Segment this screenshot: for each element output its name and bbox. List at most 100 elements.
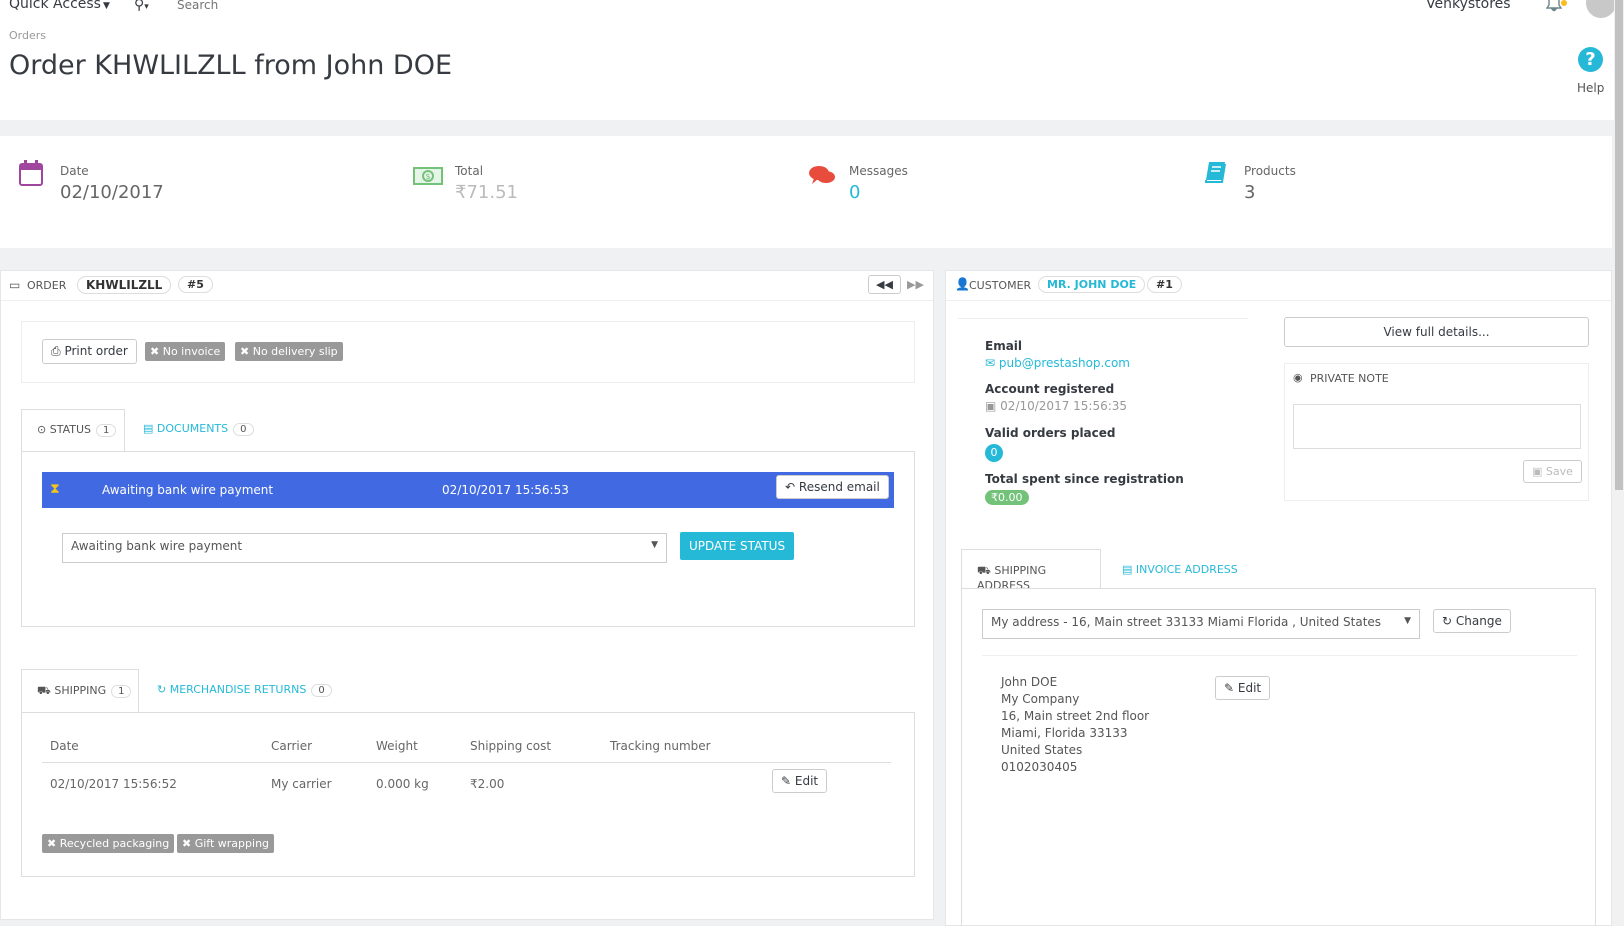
change-address-button[interactable]: ↻ Change [1433, 609, 1511, 633]
tab-documents[interactable]: ▤ DOCUMENTS 0 [143, 422, 254, 436]
quick-access-menu[interactable]: Quick Access ▼ [9, 0, 110, 12]
table-row: 02/10/2017 15:56:52 My carrier 0.000 kg … [42, 763, 891, 803]
tab-merchandise-returns-count: 0 [311, 684, 332, 697]
notifications-bell-icon[interactable] [1545, 0, 1563, 16]
gift-wrapping-label: ✖ Gift wrapping [177, 834, 275, 853]
kpi-total-value: ₹71.51 [455, 182, 518, 203]
kpi-total-label: Total [455, 164, 484, 178]
help-label[interactable]: Help [1577, 81, 1604, 95]
edit-shipping-button[interactable]: ✎ Edit [772, 769, 828, 793]
print-order-button[interactable]: ⎙ Print order [42, 339, 137, 364]
view-full-details-button[interactable]: View full details... [1284, 317, 1589, 347]
tab-merchandise-returns-label: MERCHANDISE RETURNS [169, 683, 307, 696]
address-line: 16, Main street 2nd floor [1001, 709, 1150, 723]
notification-dot [1561, 0, 1567, 6]
customer-panel-header: 👤 CUSTOMER MR. JOHN DOE #1 [946, 271, 1611, 301]
resend-email-button[interactable]: ↶ Resend email [776, 475, 889, 499]
tab-invoice-address-label: INVOICE ADDRESS [1135, 563, 1238, 576]
shipping-col-carrier: Carrier [271, 739, 313, 753]
order-actions-well: ⎙ Print order ✖ No invoice ✖ No delivery… [21, 321, 915, 383]
shipping-tab-content: Date Carrier Weight Shipping cost Tracki… [21, 712, 915, 877]
tab-invoice-address[interactable]: ▤ INVOICE ADDRESS [1122, 563, 1238, 576]
private-note-heading: PRIVATE NOTE [1310, 372, 1389, 385]
address-line: My Company [1001, 692, 1080, 706]
money-icon: $ [413, 166, 443, 189]
tab-documents-label: DOCUMENTS [156, 422, 229, 435]
next-order-button[interactable]: ▶▶ [907, 278, 924, 291]
status-tab-content: ⧗ Awaiting bank wire payment 02/10/2017 … [21, 451, 915, 627]
current-status-row: ⧗ Awaiting bank wire payment 02/10/2017 … [42, 472, 894, 508]
customer-name-link[interactable]: MR. JOHN DOE [1038, 276, 1146, 293]
employee-avatar[interactable] [1586, 0, 1616, 18]
total-spent-badge: ₹0.00 [985, 490, 1029, 505]
search-icon[interactable]: ⚲▾ [134, 0, 149, 13]
tab-status[interactable]: ⊙ STATUS 1 [21, 409, 125, 452]
recycled-packaging-text: Recycled packaging [59, 837, 170, 850]
tab-merchandise-returns[interactable]: ↻ MERCHANDISE RETURNS 0 [157, 683, 332, 697]
order-panel: ▭ ORDER KHWLILZLL #5 ◀◀ ▶▶ ⎙ Print order… [0, 270, 934, 920]
kpi-products-label: Products [1244, 164, 1296, 178]
shipping-row-date: 02/10/2017 15:56:52 [50, 777, 177, 791]
shop-name-link[interactable]: Venkystores [1426, 0, 1511, 12]
scrollbar[interactable] [1614, 0, 1624, 926]
divider [958, 318, 1248, 319]
tab-shipping[interactable]: ⛟ SHIPPING 1 [21, 669, 139, 713]
search-input[interactable] [177, 0, 377, 12]
calendar-icon [19, 160, 43, 189]
address-select[interactable]: My address - 16, Main street 33133 Miami… [982, 609, 1420, 639]
save-note-button[interactable]: ▣ Save [1523, 460, 1582, 483]
close-icon: ✖ [240, 345, 250, 358]
email-label: Email [985, 339, 1023, 353]
customer-email-text: pub@prestashop.com [998, 356, 1130, 370]
breadcrumb[interactable]: Orders [9, 29, 46, 42]
scrollbar-thumb[interactable] [1615, 0, 1623, 490]
tab-documents-count: 0 [233, 423, 254, 436]
shipping-row-carrier: My carrier [271, 777, 332, 791]
address-line: United States [1001, 743, 1083, 757]
customer-id-badge: #1 [1147, 276, 1182, 293]
customer-panel: 👤 CUSTOMER MR. JOHN DOE #1 Email ✉ pub@p… [945, 270, 1612, 926]
shipping-col-cost: Shipping cost [470, 739, 552, 753]
customer-email-link[interactable]: ✉ pub@prestashop.com [985, 356, 1130, 370]
calendar-icon: ▣ [985, 399, 997, 413]
previous-order-button[interactable]: ◀◀ [868, 275, 901, 294]
address-line: Miami, Florida 33133 [1001, 726, 1128, 740]
shipping-row-cost: ₹2.00 [470, 777, 505, 791]
address-line: John DOE [1001, 675, 1058, 689]
change-address-label: Change [1455, 614, 1502, 628]
order-panel-header: ▭ ORDER KHWLILZLL #5 ◀◀ ▶▶ [1, 271, 933, 301]
order-kpi-panel: Date 02/10/2017 $ Total ₹71.51 Messages … [0, 136, 1612, 248]
valid-orders-label: Valid orders placed [985, 426, 1116, 440]
shipping-col-date: Date [50, 739, 79, 753]
edit-address-label: Edit [1237, 681, 1262, 695]
credit-card-icon: ▭ [9, 278, 21, 292]
tab-status-count: 1 [96, 424, 117, 437]
no-delivery-slip-text: No delivery slip [252, 345, 338, 358]
truck-icon: ⛟ [977, 564, 991, 577]
save-icon: ▣ [1532, 465, 1543, 478]
customer-heading: CUSTOMER [969, 279, 1032, 292]
account-registered-date: 02/10/2017 15:56:35 [1000, 399, 1128, 413]
address-tab-content: My address - 16, Main street 33133 Miami… [961, 588, 1596, 926]
recycled-packaging-label: ✖ Recycled packaging [42, 834, 175, 853]
help-icon[interactable]: ? [1578, 47, 1603, 72]
order-reference-badge: KHWLILZLL [77, 276, 172, 294]
status-hourglass-icon: ⧗ [50, 481, 60, 497]
messages-icon [808, 164, 836, 189]
printer-icon: ⎙ [51, 344, 61, 358]
kpi-messages-value[interactable]: 0 [849, 182, 860, 203]
truck-icon: ⛟ [37, 684, 51, 697]
update-status-button[interactable]: UPDATE STATUS [680, 532, 795, 560]
address-block: John DOE My Company 16, Main street 2nd … [1001, 674, 1149, 776]
tab-shipping-address[interactable]: ⛟ SHIPPING ADDRESS [961, 549, 1101, 592]
shipping-table-header: Date Carrier Weight Shipping cost Tracki… [42, 731, 891, 763]
private-note-textarea[interactable] [1293, 404, 1581, 449]
kpi-date-label: Date [60, 164, 89, 178]
edit-shipping-label: Edit [794, 774, 819, 788]
top-header: Quick Access▼ ⚲▾ Venkystores Orders Orde… [0, 0, 1624, 120]
edit-address-button[interactable]: ✎ Edit [1215, 676, 1271, 700]
quick-access-label: Quick Access [9, 0, 101, 12]
order-status-select[interactable]: Awaiting bank wire payment ▼ [62, 533, 667, 563]
shipping-col-weight: Weight [376, 739, 418, 753]
print-order-label: Print order [64, 344, 128, 358]
